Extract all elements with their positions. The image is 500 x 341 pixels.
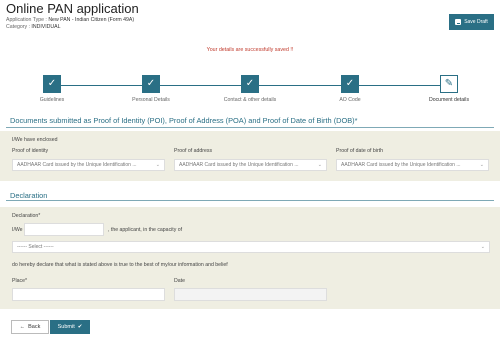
poi-select[interactable]: AADHAAR Card issued by the Unique Identi… (12, 159, 165, 171)
dob-label: Proof of date of birth (336, 148, 384, 154)
capacity-text: , the applicant, in the capacity of (108, 227, 183, 233)
step-label: Guidelines (39, 97, 65, 103)
chevron-down-icon: ⌄ (317, 162, 322, 168)
submit-button[interactable]: Submit ✔ (50, 320, 90, 334)
back-button[interactable]: ← Back (11, 320, 49, 334)
section-divider (6, 200, 494, 201)
documents-panel: I/We have enclosed Proof of identity Pro… (0, 131, 500, 181)
chevron-down-icon: ⌄ (155, 162, 160, 168)
category: Category : INDIVIDUAL (6, 24, 61, 30)
declaration-section-title: Declaration (10, 191, 48, 200)
check-icon: ✔ (77, 324, 83, 330)
success-message: Your details are successfully saved !! (206, 47, 294, 53)
section-divider (6, 127, 494, 128)
progress-stepper: ✓ Guidelines ✓ Personal Details ✓ Contac… (0, 75, 500, 110)
check-icon: ✓ (341, 75, 359, 93)
documents-section-title: Documents submitted as Proof of Identity… (10, 116, 358, 125)
step-ao-code[interactable]: ✓ AO Code (315, 75, 385, 103)
save-draft-button[interactable]: Save Draft (449, 14, 494, 30)
chevron-down-icon: ⌄ (480, 244, 485, 250)
chevron-down-icon: ⌄ (479, 162, 484, 168)
date-label: Date (174, 278, 185, 284)
arrow-left-icon: ← (19, 324, 26, 330)
capacity-select[interactable]: ------ Select ------ ⌄ (12, 241, 490, 253)
dob-select[interactable]: AADHAAR Card issued by the Unique Identi… (336, 159, 489, 171)
page-title: Online PAN application (6, 1, 139, 16)
date-input (174, 288, 327, 301)
step-guidelines[interactable]: ✓ Guidelines (17, 75, 87, 103)
save-draft-label: Save Draft (464, 19, 488, 25)
enclosed-label: I/We have enclosed (12, 137, 58, 143)
iwe-label: I/We (12, 227, 23, 233)
back-label: Back (28, 324, 41, 330)
poa-label: Proof of address (174, 148, 213, 154)
step-personal-details[interactable]: ✓ Personal Details (116, 75, 186, 103)
step-document-details[interactable]: ✎ Document details (414, 75, 484, 103)
application-type-label: Application Type : (6, 17, 47, 23)
category-value: INDIVIDUAL (31, 24, 61, 30)
check-icon: ✓ (142, 75, 160, 93)
applicant-name-input[interactable] (24, 223, 104, 236)
pencil-icon: ✎ (440, 75, 458, 93)
place-input[interactable] (12, 288, 165, 301)
declaration-panel: Declaration* I/We , the applicant, in th… (0, 207, 500, 309)
step-label: Personal Details (132, 97, 170, 103)
poi-label: Proof of identity (12, 148, 49, 154)
step-label: AO Code (339, 97, 361, 103)
application-type: Application Type : New PAN - Indian Citi… (6, 17, 134, 23)
submit-label: Submit (57, 324, 75, 330)
declaration-statement: do hereby declare that what is stated ab… (12, 262, 228, 268)
step-label: Contact & other details (223, 97, 277, 103)
check-icon: ✓ (241, 75, 259, 93)
floppy-disk-icon (455, 19, 462, 25)
poi-select-value: AADHAAR Card issued by the Unique Identi… (17, 162, 137, 168)
place-label: Place* (12, 278, 27, 284)
poa-select-value: AADHAAR Card issued by the Unique Identi… (179, 162, 299, 168)
dob-select-value: AADHAAR Card issued by the Unique Identi… (341, 162, 461, 168)
step-contact-details[interactable]: ✓ Contact & other details (215, 75, 285, 103)
category-label: Category : (6, 24, 30, 30)
check-icon: ✓ (43, 75, 61, 93)
poa-select[interactable]: AADHAAR Card issued by the Unique Identi… (174, 159, 327, 171)
application-type-value: New PAN - Indian Citizen (Form 49A) (48, 17, 135, 23)
step-label: Document details (428, 97, 470, 103)
capacity-select-value: ------ Select ------ (17, 244, 54, 250)
declaration-label: Declaration* (12, 213, 41, 219)
